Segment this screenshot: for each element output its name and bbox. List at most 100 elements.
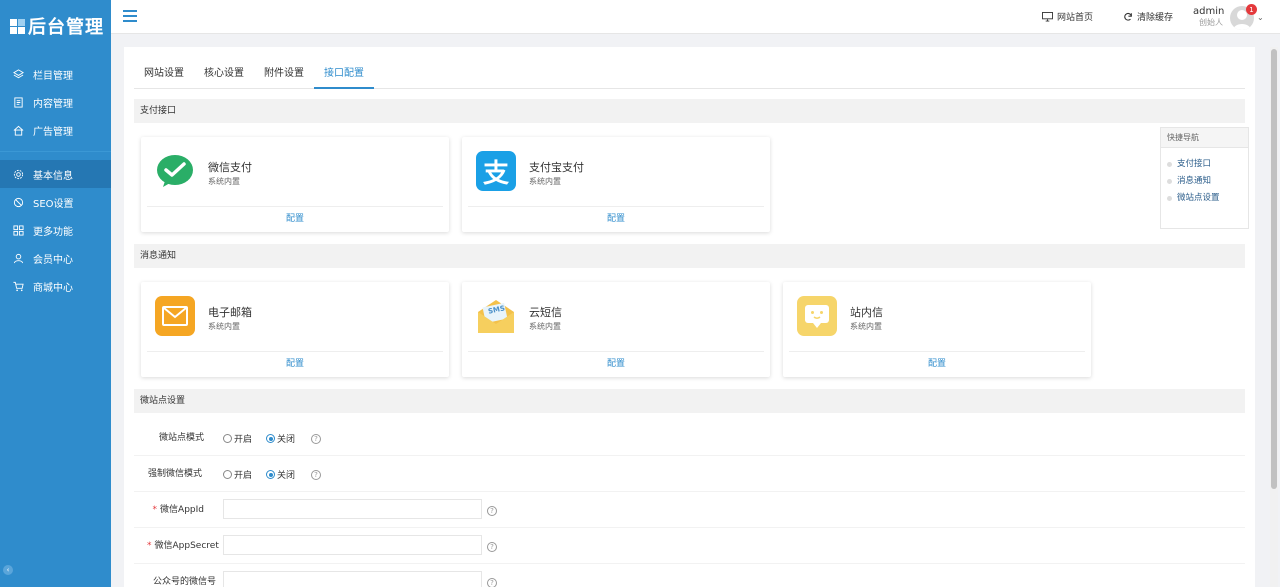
field-label: * 微信AppSecret [147, 528, 235, 564]
radio-micro-mode-on[interactable]: 开启 [223, 432, 252, 445]
radio-label: 开启 [234, 435, 253, 445]
help-icon[interactable]: ? [487, 506, 497, 516]
quick-nav-item[interactable]: 支付接口 [1167, 156, 1248, 173]
home-icon [12, 124, 24, 136]
user-icon [12, 252, 24, 264]
alipay-glyph: 支 [482, 158, 509, 189]
radio-label: 关闭 [277, 471, 296, 481]
card-title: 站内信 [850, 306, 883, 319]
sidebar-item-label: SEO设置 [33, 198, 74, 210]
refresh-icon [1124, 12, 1132, 21]
card-alipay: 支 支付宝支付 系统内置 配置 [462, 137, 770, 232]
card-subtitle: 系统内置 [529, 177, 561, 186]
clear-cache-link[interactable]: 清除缓存 [1123, 10, 1173, 23]
radio-label: 开启 [234, 471, 253, 481]
configure-button[interactable]: 配置 [147, 351, 443, 377]
appsecret-input[interactable] [223, 535, 482, 555]
quick-nav-item[interactable]: 消息通知 [1167, 173, 1248, 190]
main-panel: 网站设置 核心设置 附件设置 接口配置 支付接口 微信支付 系统内置 配置 支 … [124, 47, 1255, 587]
tab-core-settings[interactable]: 核心设置 [194, 62, 254, 89]
chevron-down-icon[interactable]: ⌄ [1257, 13, 1264, 22]
sidebar-item-columns[interactable]: 栏目管理 [0, 60, 111, 88]
gear-icon [12, 168, 24, 180]
sms-icon: SMS [476, 296, 516, 336]
sidebar-item-ads[interactable]: 广告管理 [0, 116, 111, 144]
configure-button[interactable]: 配置 [468, 206, 764, 232]
card-email: 电子邮箱 系统内置 配置 [141, 282, 449, 377]
card-title: 电子邮箱 [208, 306, 252, 319]
sidebar-item-label: 会员中心 [33, 254, 73, 266]
page-scrollbar[interactable] [1270, 47, 1278, 587]
help-icon[interactable]: ? [311, 434, 321, 444]
help-icon[interactable]: ? [487, 578, 497, 587]
logo-text: 后台管理 [28, 17, 104, 38]
alipay-icon: 支 [476, 151, 516, 191]
menu-toggle-icon[interactable] [123, 10, 137, 22]
sidebar-item-more[interactable]: 更多功能 [0, 216, 111, 244]
card-title: 支付宝支付 [529, 161, 584, 174]
card-title: 云短信 [529, 306, 562, 319]
tab-attachment-settings[interactable]: 附件设置 [254, 62, 314, 89]
sidebar-divider [0, 144, 111, 152]
sidebar-item-content[interactable]: 内容管理 [0, 88, 111, 116]
field-label: 强制微信模式 [147, 469, 202, 479]
site-home-label: 网站首页 [1057, 13, 1094, 23]
user-name: admin [1193, 6, 1225, 17]
site-home-link[interactable]: 网站首页 [1042, 10, 1093, 23]
field-label: 微站点模式 [158, 433, 204, 443]
radio-label: 关闭 [277, 435, 296, 445]
help-icon[interactable]: ? [487, 542, 497, 552]
logo-mark-icon [10, 18, 25, 34]
wechat-pay-icon [155, 151, 195, 191]
required-mark: * [152, 505, 158, 515]
sidebar-item-label: 广告管理 [33, 126, 73, 138]
tab-interface-config[interactable]: 接口配置 [314, 62, 374, 89]
radio-dot [223, 470, 232, 479]
mp-account-input[interactable] [223, 571, 482, 587]
sidebar-item-shop[interactable]: 商城中心 [0, 272, 111, 300]
card-wechat-pay: 微信支付 系统内置 配置 [141, 137, 449, 232]
email-icon [155, 296, 195, 336]
logo[interactable]: 后台管理 [0, 0, 111, 52]
radio-micro-mode-off[interactable]: 关闭 [266, 432, 295, 445]
card-subtitle: 系统内置 [208, 177, 240, 186]
configure-button[interactable]: 配置 [468, 351, 764, 377]
appid-input[interactable] [223, 499, 482, 519]
form-row-appsecret: * 微信AppSecret ? [134, 528, 1245, 564]
radio-dot [223, 434, 232, 443]
form-row-force-wechat: 强制微信模式 开启 关闭 ? [134, 456, 1245, 492]
clear-cache-label: 清除缓存 [1137, 13, 1174, 23]
field-label-text: 微信AppSecret [154, 541, 219, 551]
notification-badge[interactable]: 1 [1246, 4, 1257, 15]
settings-tabs: 网站设置 核心设置 附件设置 接口配置 [134, 62, 1245, 89]
form-row-micro-mode: 微站点模式 开启 关闭 ? [134, 420, 1245, 456]
quick-nav-title: 快捷导航 [1161, 128, 1248, 148]
monitor-icon [1042, 11, 1053, 22]
form-row-mp-account: 公众号的微信号 ? [134, 564, 1245, 587]
scrollbar-thumb[interactable] [1271, 49, 1277, 489]
configure-button[interactable]: 配置 [147, 206, 443, 232]
sidebar-nav: 栏目管理 内容管理 广告管理 基本信息 SEO设置 更多功能 会员中心 商城中心 [0, 52, 111, 300]
user-info[interactable]: admin 创始人 [1193, 6, 1225, 28]
help-icon[interactable]: ? [311, 470, 321, 480]
sidebar-item-seo[interactable]: SEO设置 [0, 188, 111, 216]
sidebar-item-basic-info[interactable]: 基本信息 [0, 160, 111, 188]
document-icon [12, 96, 24, 108]
field-label: 公众号的微信号 [152, 577, 216, 587]
configure-button[interactable]: 配置 [789, 351, 1085, 377]
radio-force-wechat-on[interactable]: 开启 [223, 468, 252, 481]
sidebar-item-members[interactable]: 会员中心 [0, 244, 111, 272]
tab-site-settings[interactable]: 网站设置 [134, 62, 194, 89]
radio-force-wechat-off[interactable]: 关闭 [266, 468, 295, 481]
sidebar-collapse-button[interactable]: ‹ [3, 565, 13, 575]
card-subtitle: 系统内置 [208, 322, 240, 331]
card-title: 微信支付 [208, 161, 252, 174]
card-sms: SMS 云短信 系统内置 配置 [462, 282, 770, 377]
field-label: * 微信AppId [134, 492, 204, 528]
sidebar: 后台管理 栏目管理 内容管理 广告管理 基本信息 SEO设置 更多功能 会员中心… [0, 0, 111, 587]
radio-dot [266, 434, 275, 443]
sidebar-item-label: 基本信息 [33, 170, 73, 182]
quick-nav-item[interactable]: 微站点设置 [1167, 190, 1248, 207]
quick-nav: 快捷导航 支付接口 消息通知 微站点设置 [1160, 127, 1249, 229]
card-subtitle: 系统内置 [850, 322, 882, 331]
